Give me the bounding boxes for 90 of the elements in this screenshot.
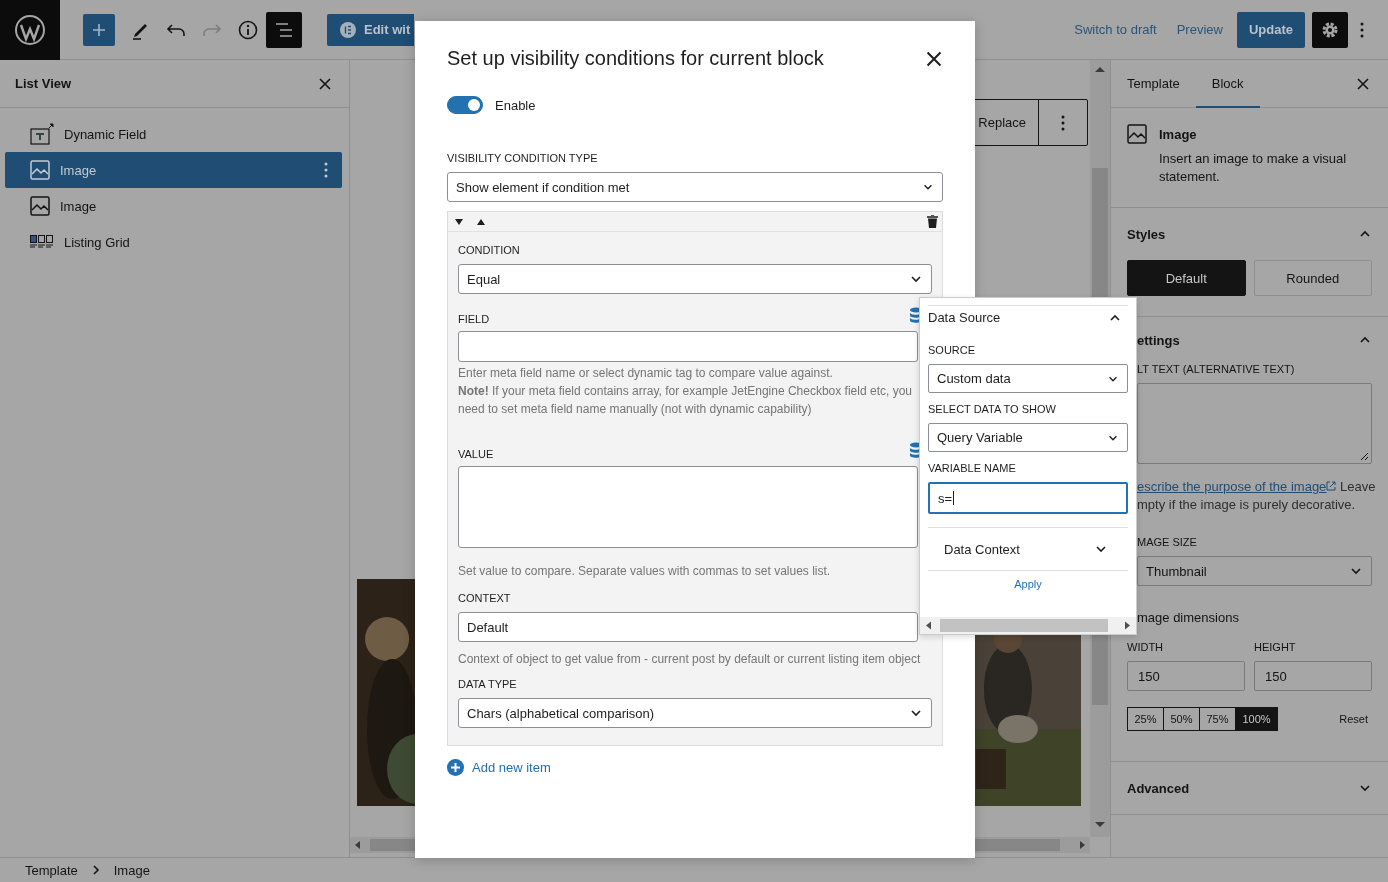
- field-label: WIDTH: [1127, 641, 1165, 653]
- field-label: DATA TYPE: [458, 678, 518, 690]
- image-icon: [30, 196, 50, 216]
- edit-button[interactable]: Edit wit: [327, 13, 414, 46]
- close-icon[interactable]: [1356, 76, 1370, 91]
- field-label: CONDITION: [458, 244, 521, 256]
- condition-select[interactable]: Equal: [458, 264, 932, 294]
- list-item[interactable]: Image: [5, 152, 342, 188]
- undo-icon: [166, 21, 186, 38]
- update-button[interactable]: Update: [1236, 11, 1305, 48]
- toggle-label: Enable: [495, 97, 536, 113]
- trash-icon[interactable]: [927, 215, 938, 228]
- info-icon: [238, 19, 258, 40]
- breadcrumb-item[interactable]: Template: [25, 862, 78, 878]
- sidebar-tab[interactable]: Template: [1111, 60, 1196, 108]
- field-label: FIELD: [458, 313, 490, 325]
- list-item[interactable]: Dynamic Field: [5, 116, 342, 152]
- style-option[interactable]: Rounded: [1253, 260, 1372, 296]
- sidebar-tab[interactable]: Block: [1195, 60, 1260, 108]
- horizontal-scrollbar[interactable]: [920, 617, 1136, 634]
- field-label: LT TEXT (ALTERNATIVE TEXT): [1137, 363, 1296, 375]
- section-title: Styles: [1127, 226, 1166, 242]
- field-label: VARIABLE NAME: [928, 462, 1017, 474]
- more-icon[interactable]: [1061, 114, 1065, 131]
- list-icon: [275, 21, 293, 38]
- image-size-select[interactable]: Thumbnail: [1137, 556, 1372, 586]
- field-label: SOURCE: [928, 344, 977, 356]
- plus-circle-icon: [447, 759, 464, 776]
- scale-option[interactable]: 100%: [1236, 708, 1277, 730]
- move-down-icon[interactable]: [454, 217, 464, 226]
- group-title: mage dimensions: [1137, 610, 1240, 625]
- context-select[interactable]: Default: [458, 612, 918, 642]
- external-link-icon: [1326, 481, 1337, 491]
- style-option[interactable]: Default: [1127, 260, 1246, 296]
- variable-name-field[interactable]: s=: [928, 482, 1128, 514]
- help-text: Context of object to get value from - current post by default or current listing item object: [458, 651, 922, 668]
- source-select[interactable]: Custom data: [928, 364, 1128, 393]
- data-select[interactable]: Query Variable: [928, 423, 1128, 452]
- help-link[interactable]: escribe the purpose of the image: [1137, 479, 1337, 494]
- more-icon[interactable]: [324, 162, 328, 178]
- help-text: mpty if the image is purely decorative.: [1137, 496, 1357, 514]
- block-title: Image: [1159, 127, 1198, 142]
- panel-title: List View: [15, 76, 72, 91]
- scale-option[interactable]: 50%: [1164, 708, 1200, 730]
- list-item[interactable]: Image: [5, 188, 342, 224]
- close-icon[interactable]: [925, 49, 943, 68]
- plus-icon: [91, 21, 107, 38]
- list-view-button[interactable]: [266, 11, 302, 48]
- condition-type-select[interactable]: Show element if condition met: [447, 172, 943, 202]
- value-field[interactable]: [458, 466, 918, 548]
- apply-link[interactable]: Apply: [1008, 577, 1048, 591]
- resize-handle-icon[interactable]: [1360, 452, 1369, 461]
- list-item[interactable]: Listing Grid: [5, 224, 342, 260]
- field-label: VALUE: [458, 448, 494, 460]
- enable-toggle[interactable]: [447, 96, 483, 114]
- add-item-button[interactable]: Add new item: [447, 759, 551, 776]
- text-field-icon: [30, 123, 54, 145]
- data-type-select[interactable]: Chars (alphabetical comparison): [458, 698, 932, 728]
- height-field[interactable]: 150: [1254, 661, 1372, 691]
- image-icon: [30, 160, 50, 180]
- field-label: VISIBILITY CONDITION TYPE: [447, 152, 599, 164]
- logo-icon[interactable]: [14, 13, 46, 46]
- panel-header[interactable]: Data Context: [928, 527, 1128, 571]
- more-icon[interactable]: [1360, 21, 1364, 38]
- grid-icon: [30, 235, 54, 249]
- breadcrumb-item[interactable]: Image: [113, 862, 150, 878]
- help-note: Note! If your meta field contains array, for example JetEngine Checkbox field etc, you need to set meta field name manually (not with dynamic capability): [458, 383, 913, 418]
- add-block-button[interactable]: [83, 13, 115, 46]
- field-label: CONTEXT: [458, 592, 512, 604]
- chevron-right-icon: [91, 865, 100, 875]
- field-input[interactable]: [458, 331, 918, 362]
- move-up-icon[interactable]: [476, 217, 486, 226]
- image-icon: [1127, 124, 1147, 144]
- section-title: ettings: [1137, 332, 1180, 348]
- help-text: Set value to compare. Separate values with commas to set values list.: [458, 563, 832, 580]
- modal-title: Set up visibility conditions for current block: [447, 47, 824, 70]
- width-field[interactable]: 150: [1127, 661, 1245, 691]
- panel-header[interactable]: Data Source: [928, 305, 1128, 327]
- reset-link[interactable]: Reset: [1339, 713, 1368, 725]
- help-text: Enter meta field name or select dynamic tag to compare value against.: [458, 365, 834, 382]
- scale-option[interactable]: 25%: [1128, 708, 1164, 730]
- field-label: MAGE SIZE: [1137, 536, 1198, 548]
- alt-text-field[interactable]: [1137, 383, 1372, 464]
- section-title: Advanced: [1127, 780, 1190, 796]
- field-label: SELECT DATA TO SHOW: [928, 403, 1057, 415]
- block-description: Insert an image to make a visual statement.: [1159, 150, 1348, 186]
- redo-icon: [202, 21, 222, 38]
- field-label: HEIGHT: [1254, 641, 1297, 653]
- settings-button[interactable]: [1312, 11, 1348, 48]
- close-icon[interactable]: [318, 76, 332, 91]
